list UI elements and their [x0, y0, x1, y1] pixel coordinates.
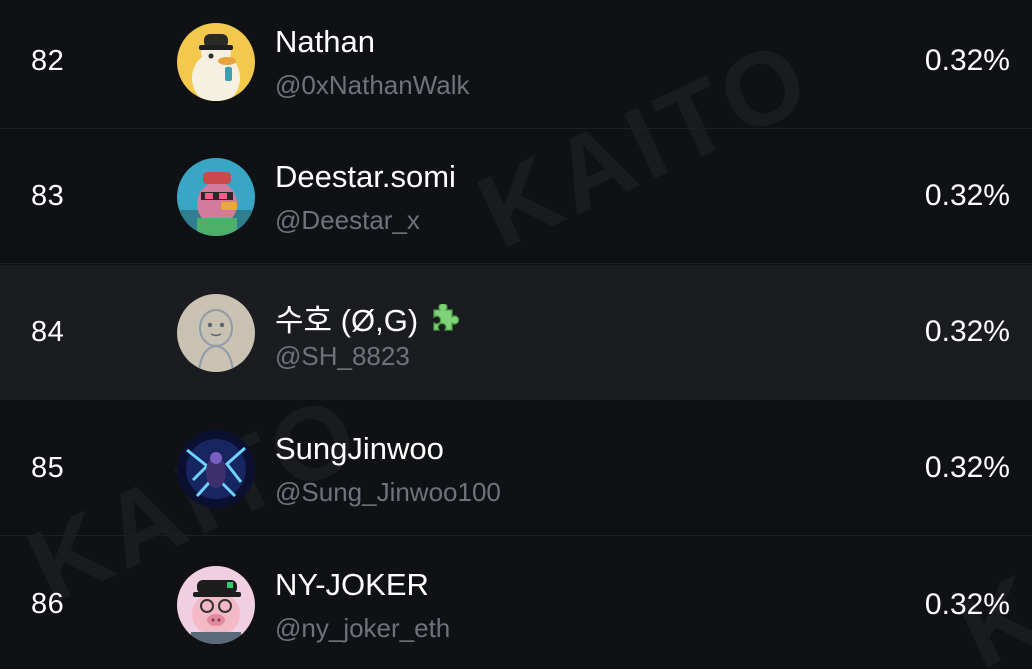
user-display-name[interactable]: Deestar.somi	[275, 159, 456, 195]
user-handle[interactable]: @SH_8823	[275, 341, 410, 372]
mindshare-percent: 0.32%	[924, 315, 1010, 348]
sketch-avatar[interactable]	[177, 294, 255, 372]
leaderboard: KAITO KAITO KAITO 82 Nathan @0xNathanWal…	[0, 0, 1032, 669]
rank-number: 85	[31, 451, 65, 484]
mindshare-percent: 0.32%	[924, 179, 1010, 212]
user-display-name-text: 수호 (Ø,G)	[275, 303, 419, 338]
rank-number: 86	[31, 588, 65, 620]
user-display-name[interactable]: SungJinwoo	[275, 431, 444, 467]
user-handle[interactable]: @Deestar_x	[275, 205, 420, 236]
leaderboard-row[interactable]: 82 Nathan @0xNathanWalk 0.32%	[0, 0, 1032, 129]
leaderboard-row[interactable]: 85 SungJinwoo @Sung_Jinwoo100 0.32%	[0, 401, 1032, 536]
puzzle-piece-icon	[426, 302, 460, 342]
mindshare-percent: 0.32%	[924, 44, 1010, 77]
user-display-name[interactable]: NY-JOKER	[275, 567, 429, 603]
user-handle[interactable]: @0xNathanWalk	[275, 70, 470, 101]
rank-number: 83	[31, 179, 65, 212]
pixel-duck-avatar[interactable]	[177, 158, 255, 236]
leaderboard-row[interactable]: 86 NY-JOKER @ny_joker_eth 0.32%	[0, 537, 1032, 669]
user-handle[interactable]: @ny_joker_eth	[275, 613, 450, 644]
leaderboard-row[interactable]: 84 수호 (Ø,G) @SH_8823 0.32%	[0, 265, 1032, 400]
user-handle[interactable]: @Sung_Jinwoo100	[275, 477, 501, 508]
rank-number: 82	[31, 44, 65, 77]
leaderboard-row[interactable]: 83 Deestar.somi @Deestar_x 0.32%	[0, 129, 1032, 264]
user-display-name[interactable]: Nathan	[275, 24, 375, 60]
pig-avatar[interactable]	[177, 566, 255, 644]
mindshare-percent: 0.32%	[924, 451, 1010, 484]
dark-aura-avatar[interactable]	[177, 430, 255, 508]
yellow-duck-avatar[interactable]	[177, 23, 255, 101]
rank-number: 84	[31, 315, 65, 348]
mindshare-percent: 0.32%	[924, 587, 1010, 621]
user-display-name[interactable]: 수호 (Ø,G)	[275, 295, 460, 342]
